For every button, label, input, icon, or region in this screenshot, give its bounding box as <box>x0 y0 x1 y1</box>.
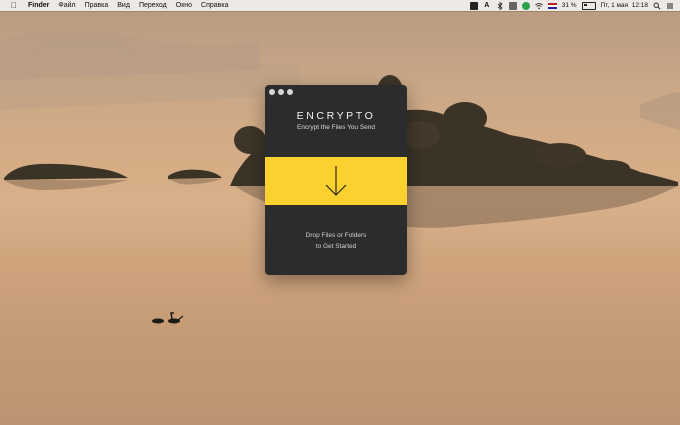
drop-instructions: Drop Files or Folders to Get Started <box>265 230 407 252</box>
app-subtitle: Encrypt the Files You Send <box>296 124 376 131</box>
menu-help[interactable]: Справка <box>201 0 228 11</box>
encrypto-window: ENCRYPTO Encrypt the Files You Send Drop… <box>265 85 407 275</box>
clock[interactable]: Пт, 1 мая 12:18 <box>601 2 648 9</box>
file-drop-zone[interactable] <box>265 157 407 205</box>
menu-list-icon[interactable] <box>666 2 674 10</box>
wifi-icon[interactable] <box>534 2 543 10</box>
search-icon[interactable] <box>653 2 661 10</box>
menu-app-name[interactable]: Finder <box>28 0 49 11</box>
battery-percent: 31 % <box>561 2 577 9</box>
bluetooth-icon[interactable] <box>496 1 504 10</box>
menu-go[interactable]: Переход <box>139 0 167 11</box>
window-controls <box>269 89 293 95</box>
zoom-button[interactable] <box>287 89 293 95</box>
font-tray-icon[interactable]: A <box>483 2 491 10</box>
tray-app-icon[interactable] <box>469 1 478 10</box>
arrow-down-icon <box>325 166 347 196</box>
minimize-button[interactable] <box>278 89 284 95</box>
menu-edit[interactable]: Правка <box>85 0 109 11</box>
close-button[interactable] <box>269 89 275 95</box>
us-flag-input-icon[interactable] <box>547 2 557 9</box>
drop-instructions-line1: Drop Files or Folders <box>305 232 367 239</box>
app-title: ENCRYPTO <box>296 110 376 122</box>
menu-view[interactable]: Вид <box>117 0 130 11</box>
menu-file[interactable]: Файл <box>58 0 75 11</box>
menu-bar:  Finder Файл Правка Вид Переход Окно Сп… <box>0 0 680 11</box>
drop-instructions-line2: to Get Started <box>315 243 357 250</box>
clipboard-tray-icon[interactable] <box>508 1 517 10</box>
evernote-tray-icon[interactable] <box>521 1 530 10</box>
menu-window[interactable]: Окно <box>176 0 192 11</box>
apple-logo-icon[interactable]:  <box>9 1 19 10</box>
battery-icon[interactable] <box>581 1 596 10</box>
